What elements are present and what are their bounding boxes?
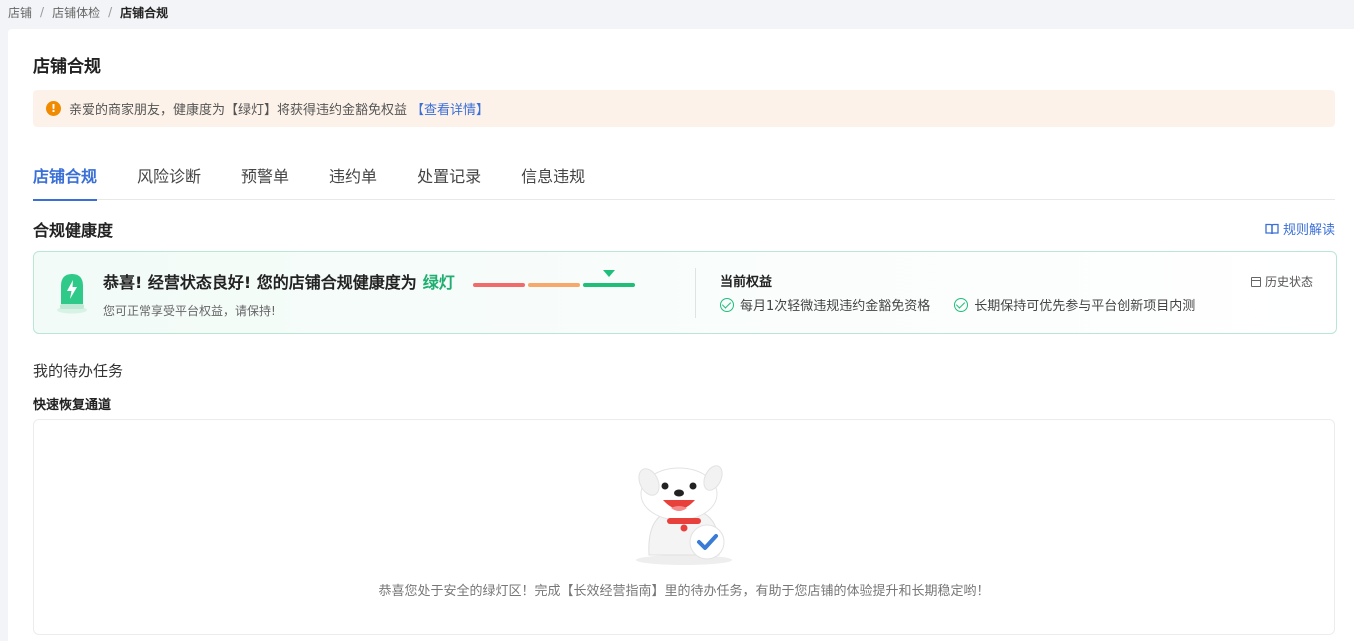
tab-shop-compliance[interactable]: 店铺合规 [33, 159, 98, 201]
health-status-badge: 绿灯 [422, 273, 455, 292]
tab-violation-orders[interactable]: 违约单 [329, 159, 377, 200]
right-item: 每月1次轻微违规违约金豁免资格 [720, 295, 930, 314]
breadcrumb-separator: / [108, 5, 113, 19]
warning-icon: ! [46, 101, 61, 116]
check-circle-icon [720, 297, 734, 312]
fast-recovery-title: 快速恢复通道 [33, 398, 112, 413]
rules-link-label: 规则解读 [1282, 223, 1335, 238]
right-item: 长期保持可优先参与平台创新项目内测 [954, 295, 1195, 314]
health-message: 恭喜! 经营状态良好! 您的店铺合规健康度为 [103, 273, 417, 292]
breadcrumb-separator: / [40, 5, 45, 19]
history-status-button[interactable]: 历史状态 [1250, 273, 1313, 290]
dog-mascot-icon [636, 465, 732, 565]
notice-bar: ! 亲爱的商家朋友，健康度为【绿灯】将获得违约金豁免权益 【查看详情】 [33, 90, 1335, 127]
tab-info-violations[interactable]: 信息违规 [521, 159, 585, 200]
page-title: 店铺合规 [33, 57, 101, 77]
meter-segment-orange [528, 283, 580, 287]
empty-state-text: 恭喜您处于安全的绿灯区！完成【长效经营指南】里的待办任务，有助于您店铺的体验提升… [378, 584, 990, 599]
tab-bar: 店铺合规 风险诊断 预警单 违约单 处置记录 信息违规 [33, 159, 1335, 201]
divider [695, 268, 696, 318]
health-main-text: 恭喜! 经营状态良好! 您的店铺合规健康度为 绿灯 [103, 269, 455, 293]
health-sub-text: 您可正常享受平台权益，请保持! [103, 304, 276, 318]
tab-warning-orders[interactable]: 预警单 [241, 159, 289, 200]
calendar-icon [1250, 276, 1261, 287]
rules-interpretation-link[interactable]: 规则解读 [1265, 219, 1335, 238]
breadcrumb-item-shop[interactable]: 店铺 [8, 4, 32, 21]
breadcrumb-item-shop-check[interactable]: 店铺体检 [52, 4, 100, 21]
meter-segment-green [583, 283, 635, 287]
green-light-icon [57, 274, 87, 314]
main-card: 店铺合规 ! 亲爱的商家朋友，健康度为【绿灯】将获得违约金豁免权益 【查看详情】… [8, 29, 1354, 641]
breadcrumb: 店铺 / 店铺体检 / 店铺合规 [8, 4, 168, 20]
meter-pointer-icon [603, 270, 615, 277]
section-title-health: 合规健康度 [33, 221, 114, 240]
current-rights-title: 当前权益 [720, 275, 773, 290]
rights-list: 每月1次轻微违规违约金豁免资格 长期保持可优先参与平台创新项目内测 [720, 295, 1219, 314]
book-icon [1265, 223, 1279, 234]
meter-segment-red [473, 283, 525, 287]
tab-risk-diagnosis[interactable]: 风险诊断 [137, 159, 201, 200]
history-status-label: 历史状态 [1264, 275, 1313, 289]
breadcrumb-item-current: 店铺合规 [120, 5, 169, 20]
health-meter [473, 270, 637, 288]
view-details-link[interactable]: 【查看详情】 [411, 99, 489, 118]
check-circle-icon [954, 297, 969, 312]
empty-state-box: 恭喜您处于安全的绿灯区！完成【长效经营指南】里的待办任务，有助于您店铺的体验提升… [33, 419, 1335, 635]
todo-title: 我的待办任务 [33, 362, 124, 380]
right-item-label: 长期保持可优先参与平台创新项目内测 [974, 299, 1196, 314]
tab-disposal-records[interactable]: 处置记录 [417, 159, 481, 200]
right-item-label: 每月1次轻微违规违约金豁免资格 [740, 299, 931, 314]
notice-text: 亲爱的商家朋友，健康度为【绿灯】将获得违约金豁免权益 [69, 103, 408, 118]
health-card: 恭喜! 经营状态良好! 您的店铺合规健康度为 绿灯 您可正常享受平台权益，请保持… [33, 251, 1337, 334]
